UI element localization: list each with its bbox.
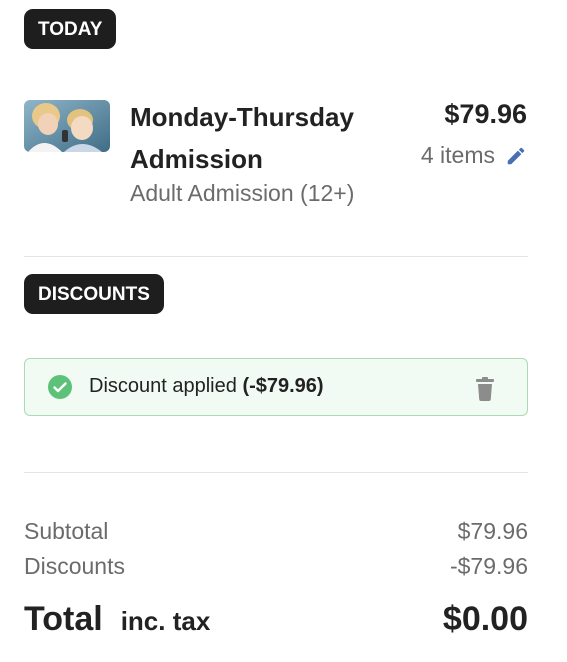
discount-status-text: Discount applied [89,375,237,397]
subtotal-label: Subtotal [24,518,109,544]
edit-quantity-button[interactable] [505,145,527,167]
product-thumbnail [24,100,110,152]
discounts-value: -$79.96 [449,553,528,579]
cart-summary: TODAY Monday-Thursday Admission Adult Ad… [0,0,567,662]
quantity-row: 4 items [421,142,527,169]
today-section-label: TODAY [24,9,117,49]
total-value: $0.00 [442,600,528,638]
discount-amount: (-$79.96) [242,375,324,397]
quantity-text: 4 items [420,142,495,168]
subtotal-value: $79.96 [457,518,528,544]
total-label: Total [24,600,103,638]
discounts-row: Discounts -$79.96 [24,553,528,580]
divider [24,256,528,257]
discounts-label: Discounts [24,553,125,579]
total-row: Total inc. tax $0.00 [24,600,528,639]
discount-applied-banner: Discount applied (-$79.96) [24,358,528,416]
check-circle-icon [48,375,72,399]
ticket-type: Adult Admission (12+) [130,180,355,206]
pencil-icon [507,147,525,164]
discounts-section-label: DISCOUNTS [24,274,164,314]
discount-status: Discount applied (-$79.96) [89,375,324,398]
product-price: $79.96 [444,99,527,129]
total-tax-note: inc. tax [120,606,211,636]
subtotal-row: Subtotal $79.96 [24,518,528,545]
product-name: Monday-Thursday Admission [130,102,354,174]
divider [24,472,528,473]
trash-icon[interactable] [475,377,495,401]
